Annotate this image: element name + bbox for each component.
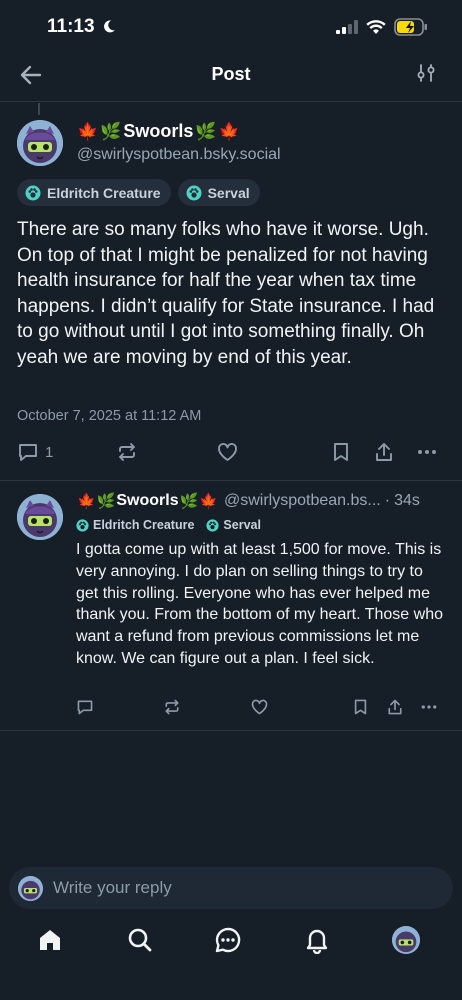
home-icon (40, 930, 60, 950)
repost-button[interactable] (163, 698, 181, 716)
status-time: 11:13 (47, 16, 116, 38)
bookmark-icon (354, 699, 367, 715)
label-badge[interactable]: Serval (206, 518, 261, 532)
battery-icon (394, 18, 427, 36)
leaf-icon: 🌿 (179, 493, 199, 510)
label-badge[interactable]: Eldritch Creature (76, 518, 194, 532)
settings-sliders-icon (417, 64, 435, 82)
share-button[interactable] (373, 441, 395, 463)
post-text: I gotta come up with at least 1,500 for … (76, 541, 443, 667)
share-icon (388, 699, 402, 715)
handle[interactable]: @swirlyspotbean.bs... (224, 492, 381, 510)
avatar (392, 926, 420, 954)
bookmark-button[interactable] (331, 441, 351, 463)
reply-button[interactable]: 1 (17, 441, 53, 463)
thread-settings-button[interactable] (416, 62, 442, 90)
tab-chat[interactable] (213, 925, 243, 955)
status-bar: 11:13 (0, 0, 462, 52)
bottom-tab-bar (0, 917, 462, 967)
display-name[interactable]: 🍁 🌿 Swoorls 🌿 🍁 (77, 121, 240, 142)
chat-icon (215, 927, 241, 953)
search-icon (128, 928, 152, 952)
handle[interactable]: @swirlyspotbean.bsky.social (77, 146, 281, 164)
bookmark-button[interactable] (352, 698, 369, 716)
post-actions (0, 696, 462, 722)
relative-time: 34s (394, 492, 420, 509)
tab-home[interactable] (35, 925, 65, 955)
maple-leaf-icon: 🍁 (199, 493, 218, 510)
avatar (18, 876, 43, 901)
reply-input-placeholder[interactable]: Write your reply (53, 878, 172, 898)
bookmark-icon (334, 443, 348, 461)
repost-icon (165, 699, 179, 715)
comment-icon (77, 700, 93, 715)
label-badges: Eldritch Creature Serval (17, 179, 260, 206)
status-icons (336, 18, 428, 36)
avatar[interactable] (17, 120, 63, 166)
main-post: 🍁 🌿 Swoorls 🌿 🍁 @swirlyspotbean.bsky.soc… (0, 103, 462, 481)
like-button[interactable] (216, 441, 239, 463)
leaf-icon: 🌿 (195, 121, 217, 141)
reply-post[interactable]: 🍁 🌿 Swoorls 🌿 🍁 @swirlyspotbean.bs... · … (0, 481, 462, 731)
heart-icon (251, 699, 268, 715)
paw-icon (76, 518, 89, 532)
post-actions: 1 (0, 439, 462, 469)
leaf-icon: 🌿 (100, 121, 122, 141)
wifi-icon (366, 19, 386, 34)
like-button[interactable] (250, 698, 269, 716)
bell-icon (306, 929, 328, 954)
header: Post (0, 52, 462, 102)
label-badges: Eldritch Creature Serval (76, 518, 261, 532)
reply-composer[interactable]: Write your reply (9, 867, 453, 909)
comment-icon (19, 444, 37, 461)
paw-icon (186, 185, 202, 200)
more-button[interactable] (420, 698, 438, 716)
avatar[interactable] (17, 494, 63, 540)
heart-icon (218, 443, 237, 461)
page-title: Post (211, 64, 251, 84)
reply-count: 1 (45, 443, 54, 461)
share-icon (376, 443, 392, 461)
repost-icon (119, 443, 135, 461)
more-button[interactable] (416, 441, 438, 463)
tab-search[interactable] (125, 925, 155, 955)
maple-leaf-icon: 🍁 (77, 493, 96, 510)
moon-icon (103, 20, 115, 33)
paw-icon (206, 518, 220, 532)
leaf-icon: 🌿 (96, 493, 116, 510)
post-timestamp: October 7, 2025 at 11:12 AM (17, 408, 202, 424)
maple-leaf-icon: 🍁 (77, 121, 99, 141)
tab-profile[interactable] (391, 925, 421, 955)
repost-button[interactable] (116, 441, 138, 463)
label-badge[interactable]: Eldritch Creature (17, 179, 171, 206)
maple-leaf-icon: 🍁 (218, 121, 240, 141)
reply-button[interactable] (76, 698, 94, 716)
signal-icon (336, 20, 358, 34)
label-badge[interactable]: Serval (177, 179, 260, 206)
more-icon (421, 705, 437, 709)
more-icon (418, 450, 436, 454)
separator: · (384, 492, 391, 509)
share-button[interactable] (386, 698, 404, 716)
paw-icon (25, 185, 41, 200)
reply-header: 🍁 🌿 Swoorls 🌿 🍁 @swirlyspotbean.bs... · … (77, 492, 452, 510)
post-text: There are so many folks who have it wors… (17, 219, 435, 368)
tab-notifications[interactable] (302, 925, 332, 955)
display-name[interactable]: 🍁 🌿 Swoorls 🌿 🍁 (77, 492, 218, 510)
